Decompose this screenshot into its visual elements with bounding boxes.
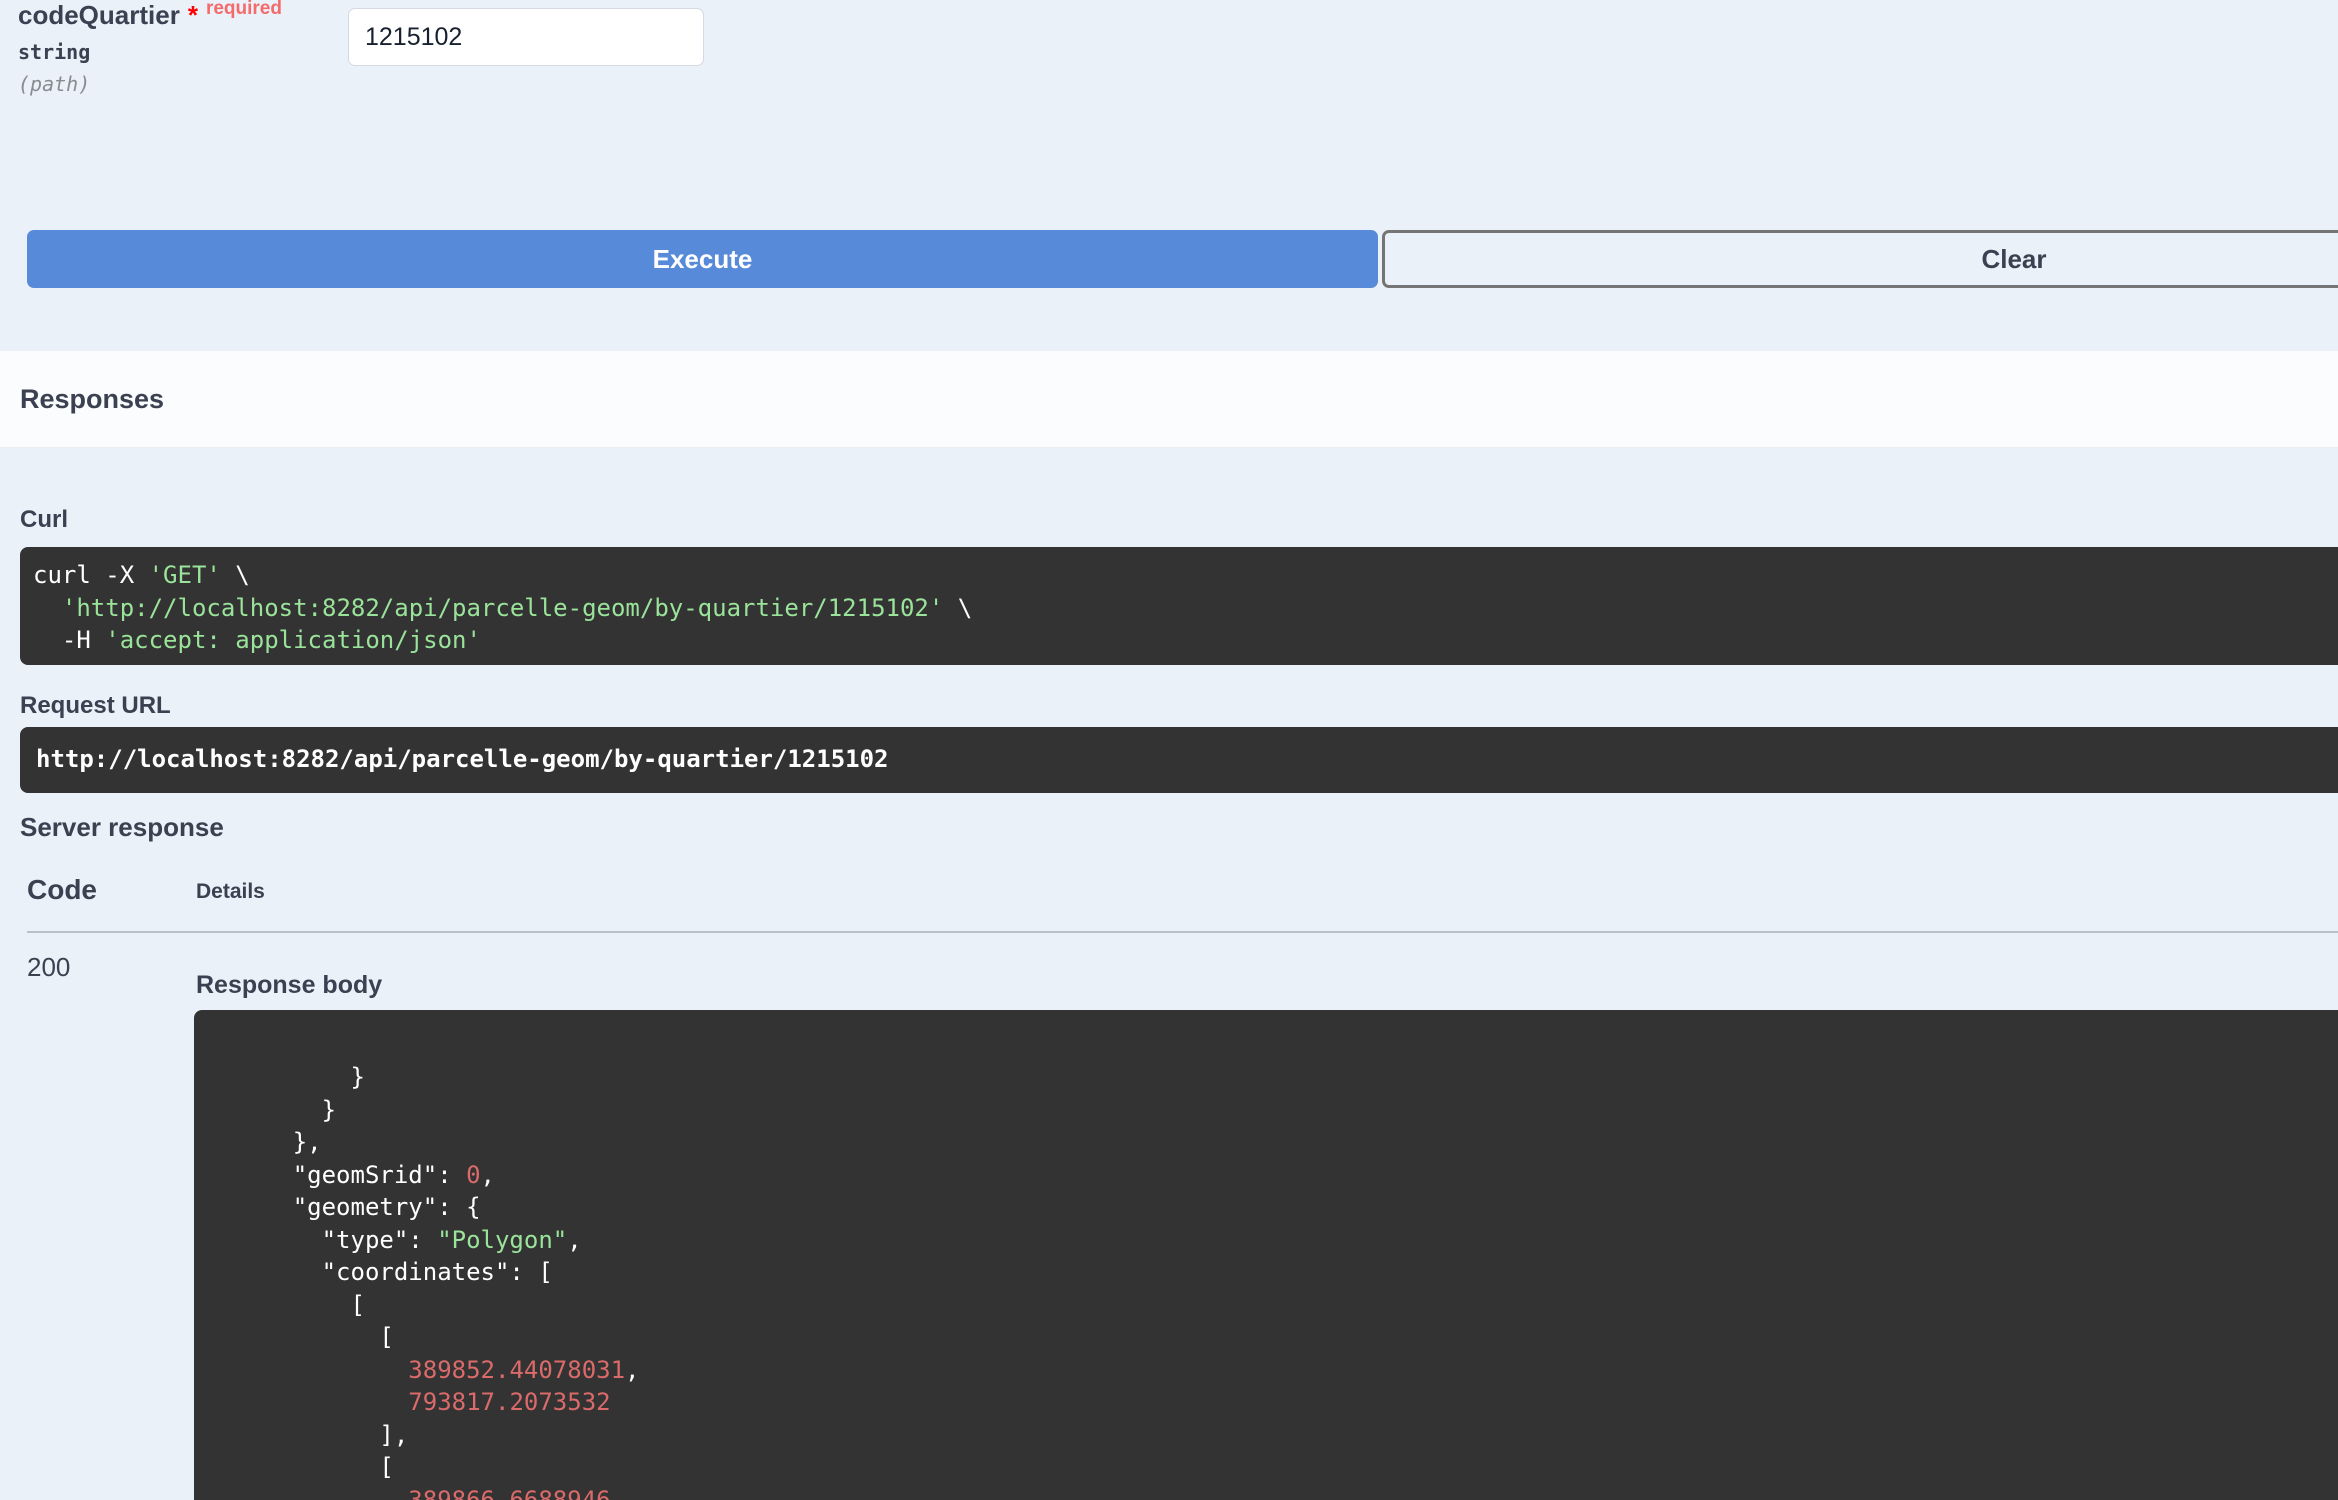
code-line: "geomSrid": 0,: [206, 1160, 495, 1189]
code-line: 389866.6688946,: [408, 1485, 626, 1500]
server-response-label: Server response: [20, 812, 224, 842]
curl-command-block[interactable]: curl -X 'GET' \ 'http://localhost:8282/a…: [20, 547, 2338, 665]
responses-section-header: Responses: [0, 351, 2338, 448]
required-label: required: [205, 0, 282, 19]
responses-title: Responses: [20, 383, 165, 414]
parameter-type: string: [18, 40, 91, 64]
code-column-header: Code: [27, 874, 97, 905]
code-line: }: [206, 1095, 337, 1124]
table-divider: [27, 931, 2338, 933]
response-body-json: } } }, "geomSrid": 0, "geometry": { "typ…: [206, 1061, 2338, 1500]
code-line: "coordinates": [: [206, 1258, 553, 1286]
response-body-label: Response body: [196, 971, 383, 999]
request-url-label: Request URL: [20, 692, 171, 719]
code-line: [: [206, 1290, 365, 1319]
clear-button[interactable]: Clear: [1382, 230, 2338, 288]
details-column-header: Details: [196, 880, 265, 903]
code-line: ],: [206, 1420, 409, 1449]
required-asterisk: *: [187, 0, 198, 30]
code-line: 793817.2073532: [408, 1388, 611, 1416]
code-line: },: [206, 1128, 322, 1156]
execute-button[interactable]: Execute: [27, 230, 1378, 288]
code-line: 'http://localhost:8282/api/parcelle-geom…: [61, 593, 973, 622]
request-url-block: http://localhost:8282/api/parcelle-geom/…: [20, 727, 2338, 793]
code-line: "geometry": {: [206, 1193, 481, 1221]
code-line: [: [206, 1323, 394, 1351]
curl-label: Curl: [20, 506, 68, 533]
status-code: 200: [27, 952, 71, 982]
response-body-block[interactable]: } } }, "geomSrid": 0, "geometry": { "typ…: [194, 1010, 2338, 1500]
parameter-name: codeQuartier: [18, 0, 180, 30]
request-url-value: http://localhost:8282/api/parcelle-geom/…: [36, 745, 889, 773]
code-line: "type": "Polygon",: [206, 1225, 582, 1254]
code-line: [: [206, 1453, 394, 1481]
parameter-location: (path): [18, 72, 91, 96]
code-line: }: [206, 1063, 365, 1091]
code-line: 389852.44078031,: [408, 1355, 640, 1384]
code-line: curl -X 'GET' \: [33, 561, 250, 589]
code-line: -H 'accept: application/json': [33, 626, 481, 654]
parameter-meta: codeQuartier * required: [18, 0, 282, 31]
codequartier-input[interactable]: [348, 8, 704, 66]
